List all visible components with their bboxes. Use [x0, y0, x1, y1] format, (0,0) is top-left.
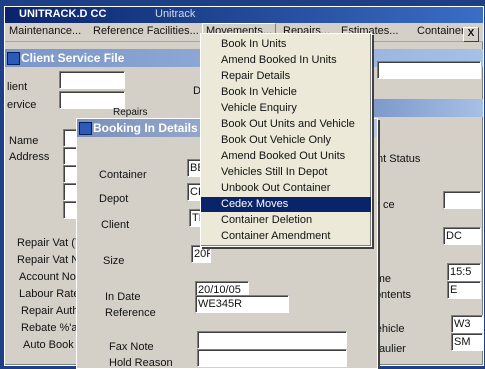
dc-field[interactable]: DC	[443, 227, 481, 245]
dialog-title: Booking In Details	[93, 121, 198, 135]
app-icon	[7, 52, 20, 65]
hold-reason-field[interactable]	[197, 349, 347, 367]
hold-reason-label: Hold Reason	[109, 357, 173, 369]
menu-item-container-deletion[interactable]: Container Deletion	[201, 213, 371, 228]
menu-item-repair-details[interactable]: Repair Details	[201, 69, 371, 84]
vehicle-field[interactable]: W3	[451, 315, 483, 333]
depot-label: Depot	[99, 193, 129, 205]
side-titlebar	[365, 99, 483, 117]
title-bar: UNITRACK.D CC Unitrack	[5, 7, 483, 23]
name-label: Name	[9, 135, 39, 147]
ce-label: ce	[383, 199, 395, 211]
fax-note-field[interactable]	[197, 331, 347, 349]
haulier-field[interactable]: SM	[451, 333, 483, 351]
status-label: nt Status	[377, 153, 421, 165]
address-label: Address	[9, 151, 50, 163]
client-code-field[interactable]	[59, 71, 125, 89]
menu-item-amend-booked-in-units[interactable]: Amend Booked In Units	[201, 53, 371, 68]
menu-item-unbook-out-container[interactable]: Unbook Out Container	[201, 181, 371, 196]
fax-note-label: Fax Note	[109, 341, 154, 353]
menu-item-container-amendment[interactable]: Container Amendment	[201, 229, 371, 244]
reference-label: Reference	[105, 307, 156, 319]
menu-item-book-in-units[interactable]: Book In Units	[201, 37, 371, 52]
movements-dropdown-menu: Book In Units Amend Booked In Units Repa…	[200, 33, 372, 247]
top-right-field[interactable]	[377, 61, 481, 79]
size-label: Size	[103, 255, 125, 267]
ce-field[interactable]	[443, 191, 481, 209]
app-title-extra: Unitrack	[155, 8, 196, 20]
menu-item-book-out-vehicle-only[interactable]: Book Out Vehicle Only	[201, 133, 371, 148]
container-label: Container	[99, 169, 147, 181]
size-field[interactable]: 20FF	[191, 245, 211, 263]
menu-item-book-out-units-and-vehicle[interactable]: Book Out Units and Vehicle	[201, 117, 371, 132]
account-no-label: Account No	[19, 271, 76, 283]
app-title: UNITRACK.D CC	[19, 8, 107, 20]
repairs-label: Repairs	[113, 107, 148, 118]
reference-field[interactable]: WE345R	[195, 295, 289, 313]
time-field[interactable]: 15:5	[447, 263, 481, 281]
menu-reference-facilities[interactable]: Reference Facilities...	[93, 25, 199, 37]
menu-item-book-in-vehicle[interactable]: Book In Vehicle	[201, 85, 371, 100]
menu-item-cedex-moves[interactable]: Cedex Moves	[201, 197, 371, 212]
client-label: lient	[7, 81, 28, 93]
dialog-icon	[79, 122, 92, 135]
client-code-label: Client	[101, 219, 130, 231]
contents-field[interactable]: E	[447, 281, 481, 299]
menu-maintenance[interactable]: Maintenance...	[9, 25, 81, 37]
menu-item-vehicles-still-in-depot[interactable]: Vehicles Still In Depot	[201, 165, 371, 180]
client-window-title: Client Service File	[21, 51, 125, 65]
close-icon[interactable]: X	[463, 27, 479, 42]
in-date-label: In Date	[105, 291, 141, 303]
menu-item-vehicle-enquiry[interactable]: Vehicle Enquiry	[201, 101, 371, 116]
labour-rate-label: Labour Rate	[19, 288, 80, 300]
service-label: ervice	[7, 99, 37, 111]
menu-container[interactable]: Container	[417, 25, 465, 37]
menu-item-amend-booked-out-units[interactable]: Amend Booked Out Units	[201, 149, 371, 164]
